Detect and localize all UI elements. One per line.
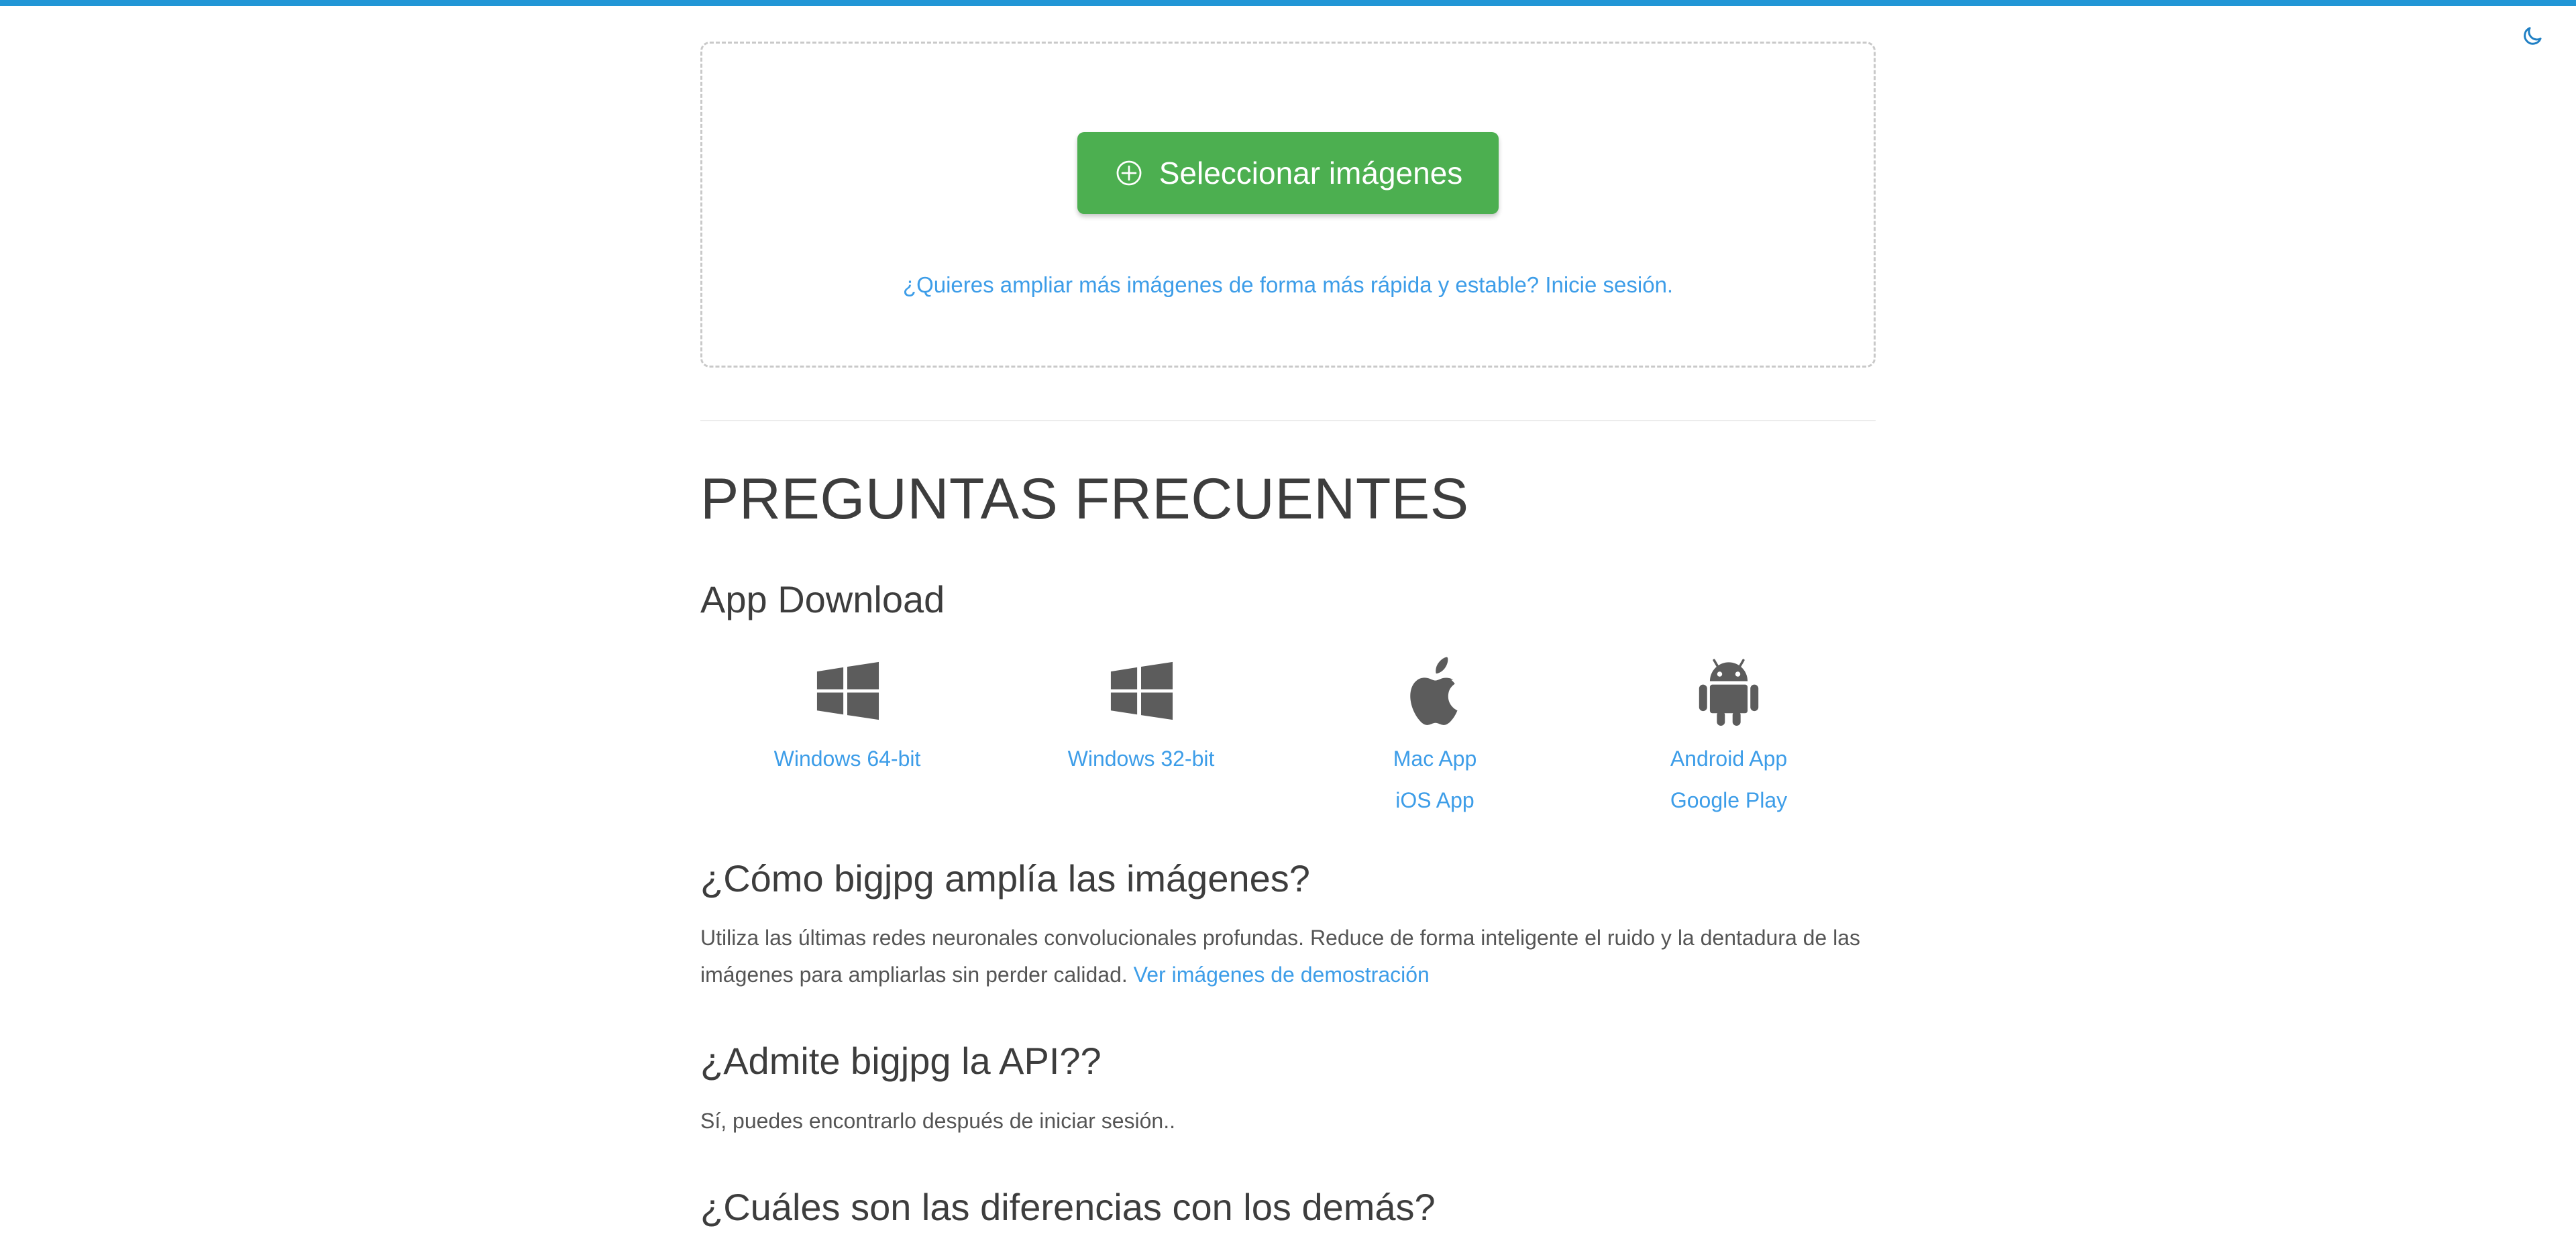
app-link-google-play[interactable]: Google Play: [1670, 789, 1787, 811]
question-heading-how-it-works: ¿Cómo bigjpg amplía las imágenes?: [700, 857, 1310, 899]
demo-images-link[interactable]: Ver imágenes de demostración: [1134, 963, 1430, 987]
faq-page-title: PREGUNTAS FRECUENTES: [700, 467, 1469, 531]
app-link-windows-32[interactable]: Windows 32-bit: [1068, 748, 1215, 769]
image-dropzone[interactable]: Seleccionar imágenes ¿Quieres ampliar má…: [700, 42, 1876, 368]
plus-circle-icon: [1114, 158, 1144, 188]
app-link-android[interactable]: Android App: [1670, 748, 1787, 769]
section-divider: [700, 420, 1876, 421]
content-container: Seleccionar imágenes ¿Quieres ampliar má…: [700, 42, 1876, 1229]
app-link-mac[interactable]: Mac App: [1393, 748, 1477, 769]
windows-icon: [1108, 649, 1174, 733]
question-body-api: Sí, puedes encontrarlo después de inicia…: [700, 1108, 1175, 1133]
app-download-grid: Windows 64-bit Windows 32-bit Mac App iO…: [700, 649, 1876, 811]
select-images-label: Seleccionar imágenes: [1159, 156, 1463, 190]
login-hint-link[interactable]: ¿Quieres ampliar más imágenes de forma m…: [903, 272, 1673, 298]
app-column-apple: Mac App iOS App: [1288, 649, 1582, 811]
question-body-how-it-works: Utiliza las últimas redes neuronales con…: [700, 920, 1871, 993]
android-icon: [1694, 649, 1764, 733]
question-heading-api: ¿Admite bigjpg la API??: [700, 1040, 1102, 1083]
question-heading-differences: ¿Cuáles son las diferencias con los demá…: [700, 1185, 1436, 1228]
app-link-windows-64[interactable]: Windows 64-bit: [774, 748, 921, 769]
page-root: Seleccionar imágenes ¿Quieres ampliar má…: [0, 6, 2576, 1229]
app-column-android: Android App Google Play: [1582, 649, 1876, 811]
app-link-ios[interactable]: iOS App: [1395, 789, 1474, 811]
app-download-heading: App Download: [700, 578, 945, 621]
app-column-windows-32: Windows 32-bit: [994, 649, 1288, 811]
apple-icon: [1405, 649, 1465, 733]
windows-icon: [814, 649, 880, 733]
select-images-button[interactable]: Seleccionar imágenes: [1077, 132, 1499, 214]
app-column-windows-64: Windows 64-bit: [700, 649, 994, 811]
top-accent-bar: [0, 0, 2576, 6]
